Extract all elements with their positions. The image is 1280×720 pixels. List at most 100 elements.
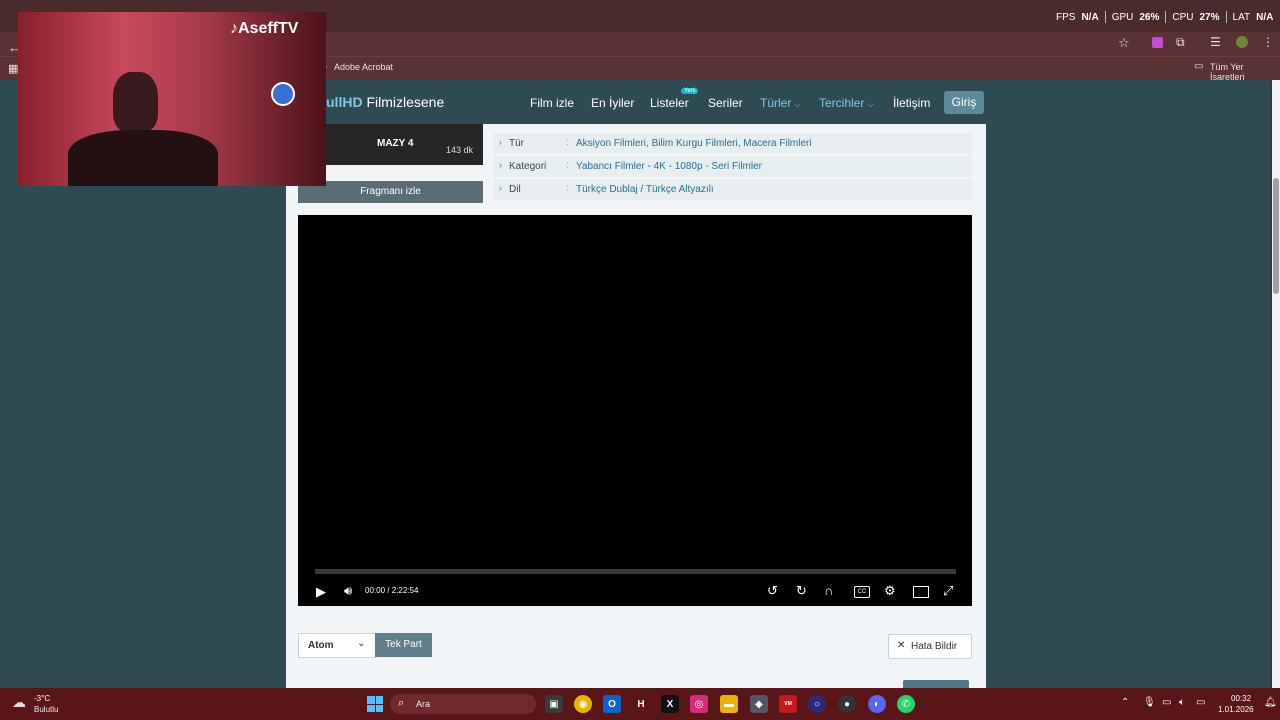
bullet-icon: › bbox=[499, 160, 502, 170]
headphones-icon[interactable]: ∩ bbox=[824, 583, 833, 598]
cut-off-button[interactable] bbox=[903, 680, 969, 688]
tiktok-handle-text: AseffTV bbox=[238, 20, 299, 37]
current-time: 00:00 bbox=[365, 586, 386, 595]
search-icon: ⌕ bbox=[398, 697, 405, 709]
player-time: 00:00 / 2:22:54 bbox=[365, 586, 418, 595]
nav-turler[interactable]: Türler ⌵ bbox=[760, 96, 800, 110]
discord-icon[interactable]: ◐ bbox=[868, 695, 886, 713]
bookmark-adobe-acrobat[interactable]: Adobe Acrobat bbox=[334, 62, 393, 72]
voicemod-icon[interactable]: VM bbox=[779, 695, 797, 713]
source-select[interactable]: Atom ⌄ bbox=[298, 633, 377, 658]
nav-turler-label: Türler bbox=[760, 96, 792, 110]
apps-grid-icon[interactable]: ▦ bbox=[8, 62, 18, 75]
gpu-value: 26% bbox=[1139, 11, 1160, 23]
poster-title: MAZY 4 bbox=[377, 138, 414, 149]
search-placeholder: Ara bbox=[416, 699, 431, 709]
lat-label: LAT bbox=[1232, 11, 1251, 23]
notification-bell-icon[interactable]: 🔔︎ bbox=[1264, 697, 1277, 708]
chevron-up-icon[interactable]: ⌃ bbox=[1121, 697, 1129, 708]
folder-icon: ▭ bbox=[1194, 61, 1204, 72]
tiktok-icon: ♪ bbox=[230, 20, 238, 37]
task-view-icon[interactable]: ▣ bbox=[545, 695, 563, 713]
new-badge: Yeni bbox=[681, 88, 699, 94]
chevron-down-icon: ⌵ bbox=[794, 100, 801, 109]
movie-poster[interactable]: MAZY 4 143 dk bbox=[326, 124, 483, 165]
weather-desc[interactable]: Bulutlu bbox=[34, 705, 58, 714]
performance-overlay: FPS N/A GPU 26% CPU 27% LAT N/A bbox=[1056, 11, 1273, 23]
whatsapp-icon[interactable]: ✆ bbox=[897, 695, 915, 713]
fps-value: N/A bbox=[1081, 11, 1099, 23]
info-key: Dil bbox=[509, 184, 521, 195]
colon: : bbox=[566, 183, 569, 194]
info-value-link[interactable]: Türkçe Dublaj / Türkçe Altyazılı bbox=[576, 184, 714, 195]
video-player[interactable] bbox=[298, 215, 972, 606]
nav-iletisim[interactable]: İletişim bbox=[893, 96, 930, 110]
captions-icon[interactable]: CC bbox=[854, 586, 870, 598]
site-logo[interactable]: ullHD Filmizlesene bbox=[326, 94, 444, 110]
bookmark-star-icon[interactable]: ☆ bbox=[1118, 35, 1130, 51]
report-error-label: Hata Bildir bbox=[911, 641, 958, 652]
forward-10-icon[interactable]: ↻ bbox=[796, 583, 807, 599]
volume-icon[interactable]: 🔊︎ bbox=[344, 583, 352, 599]
nav-tercihler[interactable]: Tercihler ⌵ bbox=[819, 96, 873, 110]
outlook-icon[interactable]: O bbox=[603, 695, 621, 713]
picture-in-picture-icon[interactable] bbox=[913, 586, 929, 598]
x-app-icon[interactable]: X bbox=[661, 695, 679, 713]
logo-part-a: ullHD bbox=[326, 94, 363, 110]
reading-list-icon[interactable]: ☰ bbox=[1210, 35, 1221, 49]
steam-icon[interactable]: ◆ bbox=[750, 695, 768, 713]
info-key: Kategori bbox=[509, 161, 547, 172]
file-explorer-icon[interactable]: ▬ bbox=[720, 695, 738, 713]
fullscreen-icon[interactable]: ⤢ bbox=[943, 583, 953, 599]
clock-date[interactable]: 1.01.2026 bbox=[1218, 705, 1254, 714]
rewind-10-icon[interactable]: ↺ bbox=[767, 583, 778, 599]
all-bookmarks[interactable]: Tüm Yer İşaretleri bbox=[1210, 62, 1280, 82]
extension-icon[interactable] bbox=[1152, 37, 1163, 48]
app-circle-icon[interactable]: ○ bbox=[808, 695, 826, 713]
nav-seriler[interactable]: Seriler bbox=[708, 96, 743, 110]
info-row-genre: › Tür : Aksiyon Filmleri, Bilim Kurgu Fi… bbox=[494, 133, 972, 154]
network-icon[interactable]: ▭ bbox=[1162, 697, 1171, 708]
colon: : bbox=[566, 137, 569, 148]
clock-time[interactable]: 00:32 bbox=[1231, 694, 1251, 703]
progress-bar[interactable] bbox=[315, 569, 956, 574]
chrome-icon[interactable]: ◉ bbox=[574, 695, 592, 713]
scrollbar-track[interactable] bbox=[1272, 80, 1280, 688]
part-button[interactable]: Tek Part bbox=[375, 633, 432, 657]
settings-gear-icon[interactable]: ⚙ bbox=[884, 583, 896, 599]
info-value-link[interactable]: Yabancı Filmler - 4K - 1080p - Seri Film… bbox=[576, 161, 762, 172]
instagram-icon[interactable]: ◎ bbox=[690, 695, 708, 713]
nav-listeler[interactable]: Listeler bbox=[650, 96, 689, 110]
profile-avatar[interactable] bbox=[1236, 36, 1248, 48]
source-select-value: Atom bbox=[308, 640, 334, 651]
colon: : bbox=[566, 160, 569, 171]
windows-start-icon[interactable] bbox=[367, 696, 383, 712]
logo-part-b: Filmizlesene bbox=[366, 94, 445, 110]
speaker-icon[interactable]: 🔈︎ bbox=[1179, 697, 1185, 708]
report-error-button[interactable]: ✕ Hata Bildir bbox=[888, 634, 972, 659]
weather-temp[interactable]: -3°C bbox=[34, 694, 50, 703]
microphone-icon[interactable]: 🎙︎ bbox=[1143, 697, 1156, 708]
info-row-category: › Kategori : Yabancı Filmler - 4K - 1080… bbox=[494, 156, 972, 177]
close-icon: ✕ bbox=[897, 640, 906, 651]
webcam-overlay: ♪AseffTV bbox=[18, 12, 326, 186]
total-time: 2:22:54 bbox=[391, 586, 419, 595]
info-row-language: › Dil : Türkçe Dublaj / Türkçe Altyazılı bbox=[494, 179, 972, 200]
menu-kebab-icon[interactable]: ⋮ bbox=[1262, 35, 1274, 49]
taskbar-search[interactable]: ⌕ Ara bbox=[390, 694, 536, 714]
play-icon[interactable]: ▶ bbox=[316, 584, 326, 600]
info-key: Tür bbox=[509, 138, 524, 149]
scrollbar-thumb[interactable] bbox=[1273, 178, 1279, 294]
weather-cloud-icon: ☁ bbox=[12, 694, 26, 710]
nav-film-izle[interactable]: Film izle bbox=[530, 96, 574, 110]
lat-value: N/A bbox=[1256, 11, 1274, 23]
login-button[interactable]: Giriş bbox=[944, 91, 984, 114]
info-value-link[interactable]: Aksiyon Filmleri, Bilim Kurgu Filmleri, … bbox=[576, 138, 812, 149]
obs-icon[interactable]: ● bbox=[838, 695, 856, 713]
duration-badge: 143 dk bbox=[446, 145, 474, 155]
microphone-light bbox=[271, 82, 295, 106]
nav-en-iyiler[interactable]: En İyiler bbox=[591, 96, 634, 110]
battery-icon[interactable]: ▭ bbox=[1196, 697, 1205, 708]
h-app-icon[interactable]: H bbox=[632, 695, 650, 713]
extensions-puzzle-icon[interactable]: ⧉ bbox=[1176, 35, 1185, 50]
